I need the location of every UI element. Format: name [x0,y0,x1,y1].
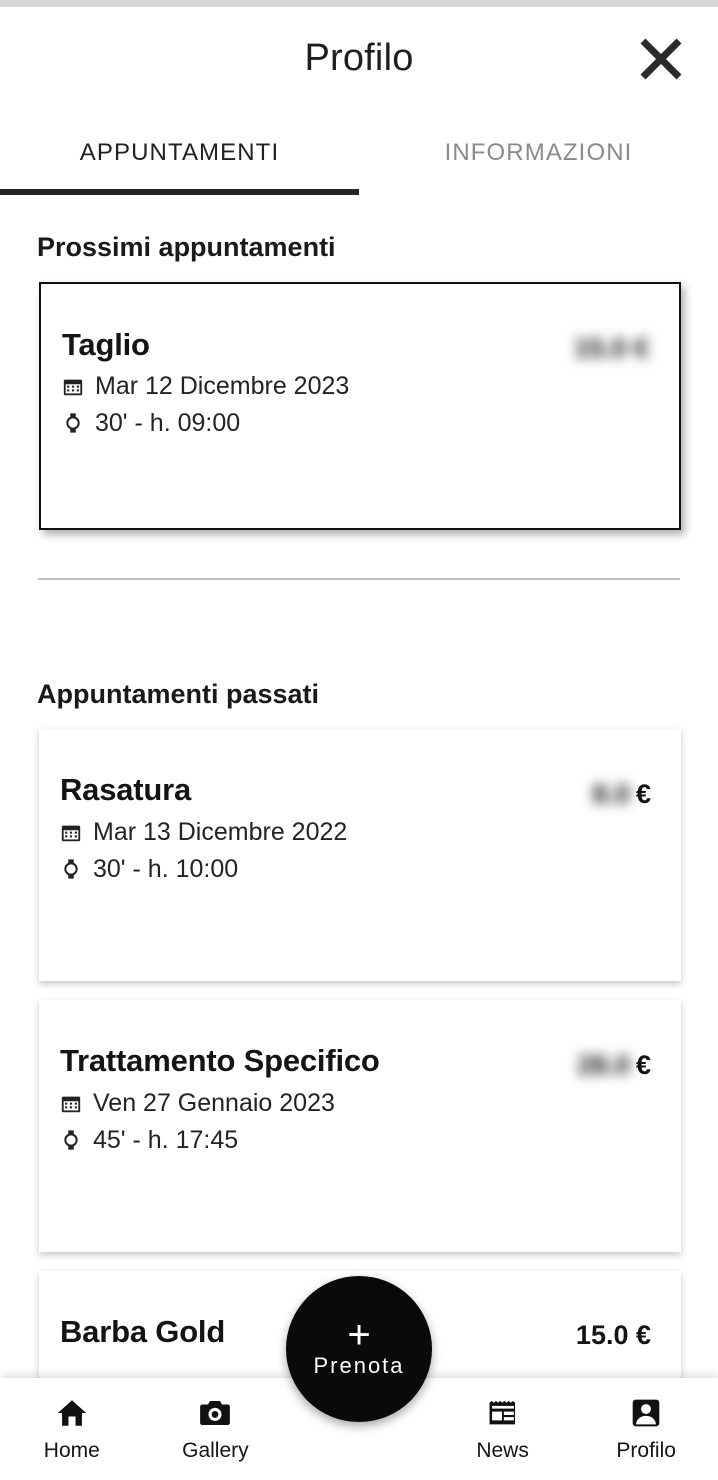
appointment-duration-time: 30' - h. 10:00 [93,854,239,883]
page-header: Profilo [0,7,718,110]
close-button[interactable] [632,30,690,88]
calendar-icon [60,822,82,844]
tab-bar: APPUNTAMENTI INFORMAZIONI [0,110,718,195]
appointment-date: Mar 13 Dicembre 2022 [93,818,348,846]
home-icon [55,1396,89,1433]
tab-informazioni-label: INFORMAZIONI [444,138,633,166]
tab-appuntamenti[interactable]: APPUNTAMENTI [0,110,359,195]
newspaper-icon [486,1396,520,1433]
tab-appuntamenti-label: APPUNTAMENTI [79,138,280,166]
appointment-time-row: 30' - h. 09:00 [62,408,649,438]
prenota-fab-button[interactable]: + Prenota [286,1276,432,1422]
nav-item-home-label: Home [43,1438,100,1462]
status-strip [0,0,718,7]
appointment-price-currency: € [635,1050,651,1080]
appointment-date-row: Mar 12 Dicembre 2023 [62,372,649,401]
watch-icon [60,1129,82,1151]
nav-item-news[interactable]: News [431,1396,575,1463]
appointment-title: Taglio [62,327,150,362]
appointment-date-row: Mar 13 Dicembre 2022 [60,818,651,847]
nav-item-profilo-label: Profilo [616,1438,676,1462]
appointment-duration-time: 30' - h. 09:00 [95,408,241,437]
appointment-price: 15.0 € [573,333,649,363]
page-title: Profilo [304,37,414,79]
card-header-row: Rasatura 8.0 € [60,772,651,810]
calendar-icon [62,376,84,398]
tab-informazioni[interactable]: INFORMAZIONI [359,110,718,195]
card-header-row: Trattamento Specifico 28.0 € [60,1043,651,1081]
nav-item-news-label: News [476,1438,529,1462]
appointment-time-row: 30' - h. 10:00 [60,854,651,884]
section-title-past: Appuntamenti passati [37,679,320,709]
appointment-time-row: 45' - h. 17:45 [60,1125,651,1155]
account-box-icon [629,1396,663,1433]
card-header-row: Taglio 15.0 € [62,327,649,364]
appointment-duration-time: 45' - h. 17:45 [93,1125,239,1154]
appointment-date: Ven 27 Gennaio 2023 [93,1089,335,1117]
appointment-card-past-1[interactable]: Rasatura 8.0 € Mar 13 Dicembre 2022 30' … [39,729,681,981]
appointment-price-amount: 8.0 [592,779,630,809]
appointment-price-currency: € [635,779,651,809]
appointment-price: 28.0 € [577,1045,651,1081]
section-title-upcoming: Prossimi appuntamenti [37,232,336,262]
appointment-date: Mar 12 Dicembre 2023 [95,372,350,400]
appointment-title: Barba Gold [60,1314,226,1349]
watch-icon [60,858,82,880]
appointment-card-upcoming[interactable]: Taglio 15.0 € Mar 12 Dicembre 2023 30' -… [39,282,681,530]
appointment-date-row: Ven 27 Gennaio 2023 [60,1089,651,1118]
appointment-price: 15.0 € [575,1320,651,1350]
nav-item-gallery-label: Gallery [182,1438,249,1462]
nav-item-gallery[interactable]: Gallery [144,1396,288,1463]
watch-icon [62,412,84,434]
close-icon [638,36,684,82]
calendar-icon [60,1093,82,1115]
appointment-price-amount: 28.0 [577,1050,630,1080]
appointment-price: 8.0 € [592,774,651,810]
appointment-card-past-2[interactable]: Trattamento Specifico 28.0 € Ven 27 Genn… [39,1000,681,1252]
appointment-title: Rasatura [60,772,192,807]
camera-icon [198,1396,232,1433]
nav-item-home[interactable]: Home [0,1396,144,1463]
prenota-fab-label: Prenota [313,1353,405,1378]
nav-item-profilo[interactable]: Profilo [574,1396,718,1463]
plus-icon: + [347,1313,371,1357]
appointment-title: Trattamento Specifico [60,1043,380,1078]
